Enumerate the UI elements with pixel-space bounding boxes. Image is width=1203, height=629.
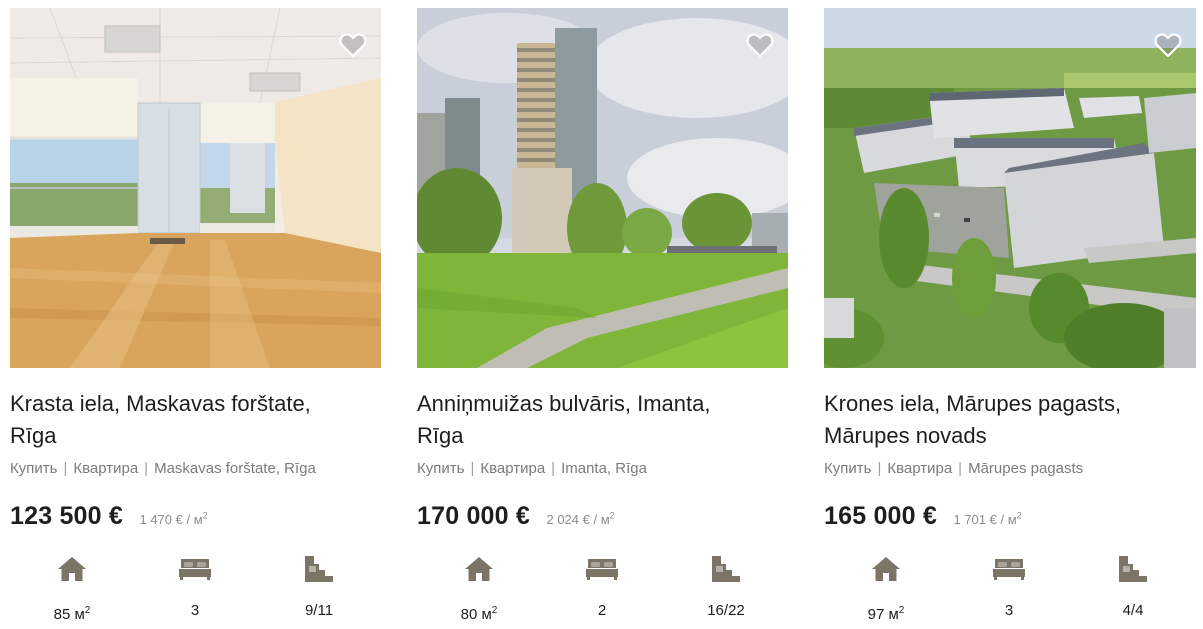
- area-value: 85 м: [53, 606, 85, 623]
- rooms-value: 2: [597, 602, 607, 619]
- listing-card[interactable]: Krasta iela, Maskavas forštate, Rīga Куп…: [10, 8, 381, 628]
- listing-title-line: Anniņmuižas bulvāris, Imanta,: [417, 391, 711, 416]
- spec-area: 97 м2: [836, 554, 936, 624]
- floor-value: 16/22: [707, 602, 745, 619]
- favorite-heart-icon[interactable]: [1154, 32, 1182, 58]
- unit-superscript: 2: [898, 605, 905, 616]
- spec-floor: 16/22: [676, 554, 776, 620]
- listing-breadcrumb: Купить | Квартира | Maskavas forštate, Rīga: [10, 459, 316, 479]
- favorite-heart-icon[interactable]: [746, 32, 774, 58]
- stairs-icon: [1119, 556, 1147, 582]
- unit-superscript: 2: [609, 510, 615, 521]
- listing-title-line: Rīga: [417, 423, 464, 448]
- price-per-m2: 1 470 € / м2: [139, 510, 208, 527]
- listing-title[interactable]: Krasta iela, Maskavas forštate, Rīga: [10, 388, 370, 452]
- listing-specs: 97 м2 3 4/4: [824, 554, 1195, 624]
- price-row: 170 000 € 2 024 € / м2: [417, 502, 615, 531]
- listing-title-line: Krones iela, Mārupes pagasts,: [824, 391, 1122, 416]
- area-value: 97 м: [867, 606, 899, 623]
- price-row: 165 000 € 1 701 € / м2: [824, 502, 1022, 531]
- listing-title[interactable]: Anniņmuižas bulvāris, Imanta, Rīga: [417, 388, 777, 452]
- crumb-property-type: Квартира: [73, 460, 139, 477]
- spec-area: 80 м2: [429, 554, 529, 624]
- crumb-property-type: Квартира: [887, 460, 953, 477]
- crumb-separator: |: [470, 460, 475, 477]
- spec-area: 85 м2: [22, 554, 122, 624]
- aerial-complex-photo: [824, 8, 1196, 368]
- unit-superscript: 2: [84, 605, 91, 616]
- house-icon: [872, 557, 900, 581]
- office-interior-photo: [10, 8, 381, 368]
- price-per-m2-value: 1 701 € / м: [953, 512, 1017, 527]
- price-per-m2: 1 701 € / м2: [953, 510, 1022, 527]
- listing-title-line: Krasta iela, Maskavas forštate,: [10, 391, 311, 416]
- crumb-separator: |: [551, 460, 556, 477]
- unit-superscript: 2: [202, 510, 208, 521]
- house-icon: [465, 557, 493, 581]
- listing-photo[interactable]: [824, 8, 1196, 368]
- price-per-m2-value: 1 470 € / м: [139, 512, 203, 527]
- crumb-location: Imanta, Rīga: [561, 460, 647, 477]
- crumb-location: Mārupes pagasts: [968, 460, 1084, 477]
- listing-grid: Krasta iela, Maskavas forštate, Rīga Куп…: [10, 8, 1200, 628]
- listing-breadcrumb: Купить | Квартира | Imanta, Rīga: [417, 459, 647, 479]
- spec-floor: 9/11: [269, 554, 369, 620]
- favorite-heart-icon[interactable]: [339, 32, 367, 58]
- floor-value: 4/4: [1122, 602, 1144, 619]
- crumb-separator: |: [63, 460, 68, 477]
- area-value: 80 м: [460, 606, 492, 623]
- listing-photo[interactable]: [417, 8, 788, 368]
- crumb-separator: |: [144, 460, 149, 477]
- listing-title-line: Mārupes novads: [824, 423, 987, 448]
- crumb-separator: |: [877, 460, 882, 477]
- crumb-deal-type: Купить: [824, 460, 872, 477]
- listing-price: 170 000 €: [417, 502, 531, 530]
- bed-icon: [179, 559, 211, 580]
- listing-title-line: Rīga: [10, 423, 57, 448]
- crumb-location: Maskavas forštate, Rīga: [154, 460, 316, 477]
- spec-rooms: 3: [959, 554, 1059, 620]
- stairs-icon: [305, 556, 333, 582]
- spec-rooms: 3: [145, 554, 245, 620]
- house-icon: [58, 557, 86, 581]
- price-per-m2-value: 2 024 € / м: [546, 512, 610, 527]
- spec-rooms: 2: [552, 554, 652, 620]
- highrise-park-photo: [417, 8, 788, 368]
- crumb-deal-type: Купить: [10, 460, 58, 477]
- crumb-deal-type: Купить: [417, 460, 465, 477]
- rooms-value: 3: [190, 602, 200, 619]
- bed-icon: [586, 559, 618, 580]
- price-per-m2: 2 024 € / м2: [546, 510, 615, 527]
- listing-breadcrumb: Купить | Квартира | Mārupes pagasts: [824, 459, 1083, 479]
- listing-photo[interactable]: [10, 8, 381, 368]
- bed-icon: [993, 559, 1025, 580]
- listing-card[interactable]: Krones iela, Mārupes pagasts, Mārupes no…: [824, 8, 1196, 628]
- price-row: 123 500 € 1 470 € / м2: [10, 502, 208, 531]
- listing-price: 123 500 €: [10, 502, 124, 530]
- unit-superscript: 2: [491, 605, 498, 616]
- listing-specs: 85 м2 3 9/11: [10, 554, 381, 624]
- listing-price: 165 000 €: [824, 502, 938, 530]
- rooms-value: 3: [1004, 602, 1014, 619]
- unit-superscript: 2: [1016, 510, 1022, 521]
- listing-title[interactable]: Krones iela, Mārupes pagasts, Mārupes no…: [824, 388, 1184, 452]
- floor-value: 9/11: [304, 602, 334, 619]
- listing-card[interactable]: Anniņmuižas bulvāris, Imanta, Rīga Купит…: [417, 8, 788, 628]
- crumb-property-type: Квартира: [480, 460, 546, 477]
- stairs-icon: [712, 556, 740, 582]
- listing-specs: 80 м2 2 16/22: [417, 554, 788, 624]
- spec-floor: 4/4: [1083, 554, 1183, 620]
- crumb-separator: |: [958, 460, 963, 477]
